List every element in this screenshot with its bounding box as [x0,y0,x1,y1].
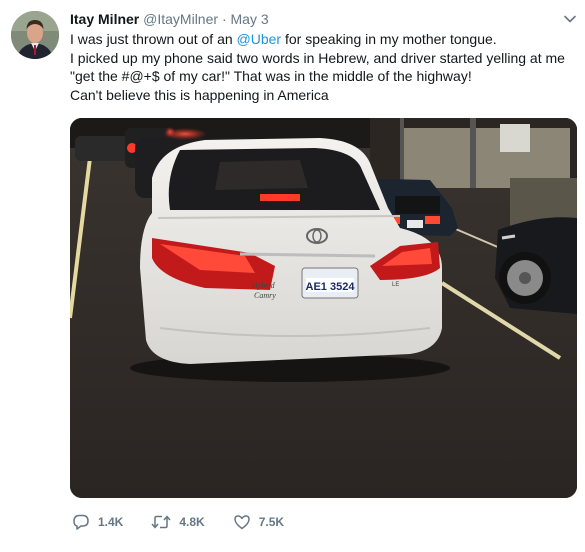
user-handle[interactable]: @ItayMilner [143,11,218,27]
tweet-text-line-3: "get the #@+$ of my car!" That was in th… [70,68,472,85]
retweet-icon [151,515,171,529]
svg-text:Hybrid: Hybrid [251,281,276,290]
tweet-text-line-2: I picked up my phone said two words in H… [70,49,565,66]
tweet-header: Itay Milner @ItayMilner · May 3 [70,9,269,29]
tweet-text-line-1: I was just thrown out of an @Uber for sp… [70,30,575,49]
like-count: 7.5K [258,515,285,529]
tweet-text: I was just thrown out of an @Uber for sp… [70,30,575,104]
retweet-button[interactable]: 4.8K [151,513,205,531]
uber-mention-link[interactable]: @Uber [237,31,282,47]
heart-icon [233,515,250,530]
avatar[interactable] [11,11,59,59]
tweet-photo[interactable]: AE1 3524 Hybrid Camry LE [70,118,577,498]
reply-icon [73,514,89,530]
tweet-date[interactable]: May 3 [231,11,269,27]
retweet-count: 4.8K [179,515,205,529]
separator-dot: · [221,11,227,27]
reply-count: 1.4K [98,515,124,529]
tweet-text-line-4: Can't believe this is happening in Ameri… [70,86,329,103]
tweet-actions: 1.4K 4.8K 7.5K [72,511,312,533]
license-plate-text: AE1 3524 [306,281,356,293]
svg-text:LE: LE [392,282,399,288]
tweet-text-before-mention: I was just thrown out of an [70,31,237,47]
svg-text:Camry: Camry [254,291,276,300]
tweet-text-after-mention: for speaking in my mother tongue. [281,31,497,47]
chevron-down-icon[interactable] [563,12,577,26]
display-name[interactable]: Itay Milner [70,11,139,27]
reply-button[interactable]: 1.4K [72,513,123,531]
like-button[interactable]: 7.5K [233,513,284,531]
tweet-card[interactable]: Itay Milner @ItayMilner · May 3 I was ju… [0,0,585,552]
